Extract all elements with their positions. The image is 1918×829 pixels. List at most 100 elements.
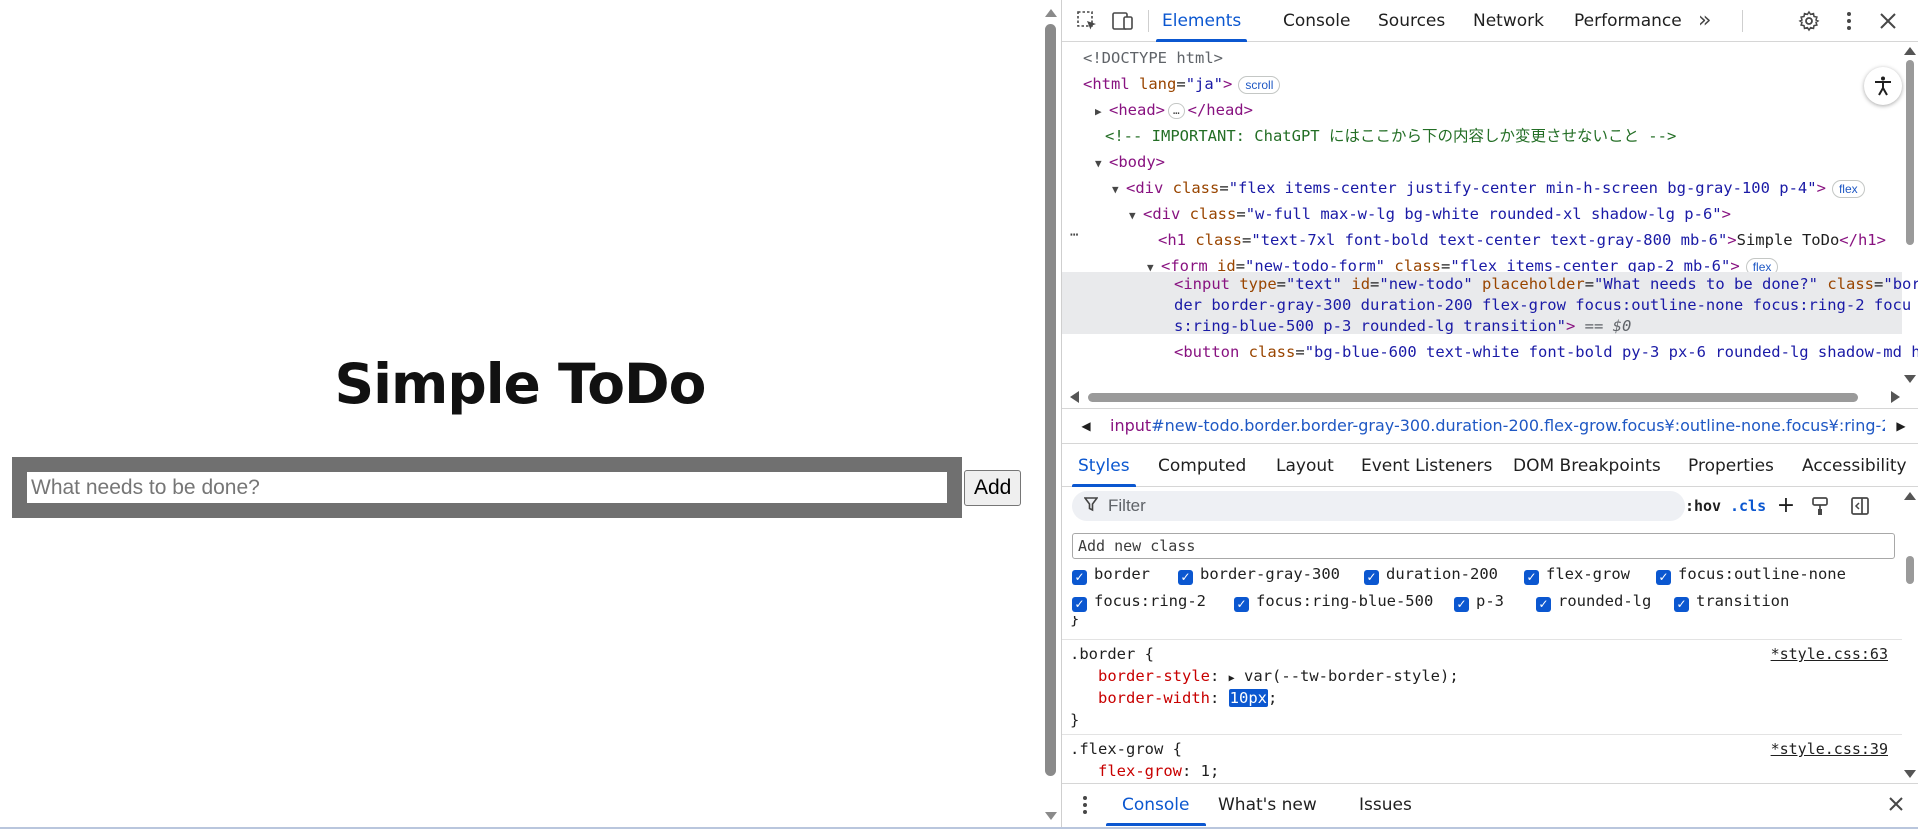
class-checkbox-transition[interactable]: ✓ transition bbox=[1674, 590, 1789, 612]
tab-dom-breakpoints[interactable]: DOM Breakpoints bbox=[1513, 445, 1661, 487]
breadcrumb-prev-icon[interactable]: ◀ bbox=[1070, 409, 1102, 443]
close-drawer-icon[interactable] bbox=[1886, 794, 1906, 818]
color-format-brush-icon[interactable] bbox=[1806, 492, 1834, 520]
class-checkbox-border[interactable]: ✓ border bbox=[1072, 563, 1150, 585]
class-checkbox-duration-200[interactable]: ✓ duration-200 bbox=[1364, 563, 1498, 585]
tab-event-listeners[interactable]: Event Listeners bbox=[1361, 445, 1492, 487]
expand-triangle-icon[interactable]: ▶ bbox=[1095, 99, 1109, 125]
dom-tree-hscroll-thumb[interactable] bbox=[1088, 393, 1858, 402]
add-class-input[interactable] bbox=[1072, 533, 1895, 559]
checkbox-checked-icon[interactable]: ✓ bbox=[1072, 570, 1087, 585]
dom-node-comment[interactable]: <!-- IMPORTANT: ChatGPT にはここから下の内容しか変更させ… bbox=[1105, 123, 1918, 149]
dom-node-h1[interactable]: <h1 class="text-7xl font-bold text-cente… bbox=[1158, 227, 1918, 253]
hover-state-toggle[interactable]: :hov bbox=[1684, 492, 1722, 520]
dom-node-doctype[interactable]: <!DOCTYPE html> bbox=[1083, 45, 1913, 71]
collapse-triangle-icon[interactable]: ▼ bbox=[1095, 151, 1109, 177]
rule-border-selector[interactable]: .border { bbox=[1070, 643, 1154, 665]
kebab-menu-icon[interactable] bbox=[1838, 10, 1860, 32]
checkbox-checked-icon[interactable]: ✓ bbox=[1178, 570, 1193, 585]
scroll-up-arrow-icon[interactable] bbox=[1045, 9, 1057, 17]
css-value-editing[interactable]: 10px bbox=[1228, 689, 1268, 707]
scroll-up-arrow-icon[interactable] bbox=[1904, 492, 1916, 500]
tab-performance[interactable]: Performance bbox=[1574, 0, 1682, 42]
scroll-down-arrow-icon[interactable] bbox=[1045, 812, 1057, 820]
class-checkbox-rounded-lg[interactable]: ✓ rounded-lg bbox=[1536, 590, 1651, 612]
tab-styles[interactable]: Styles bbox=[1072, 445, 1136, 487]
drawer-tab-whats-new[interactable]: What's new bbox=[1218, 784, 1317, 826]
scroll-badge[interactable]: scroll bbox=[1238, 75, 1281, 94]
page-scrollbar-thumb[interactable] bbox=[1045, 24, 1056, 776]
scroll-up-arrow-icon[interactable] bbox=[1904, 47, 1916, 55]
devtools-drawer: Console What's new Issues bbox=[1062, 783, 1918, 829]
toggle-sidebar-icon[interactable] bbox=[1846, 492, 1874, 520]
class-checkbox-focus-outline-none[interactable]: ✓ focus:outline-none bbox=[1656, 563, 1846, 585]
tab-computed[interactable]: Computed bbox=[1158, 445, 1246, 487]
new-style-rule-icon[interactable]: + bbox=[1772, 492, 1800, 520]
collapse-triangle-icon[interactable]: ▼ bbox=[1129, 203, 1143, 229]
tab-console[interactable]: Console bbox=[1283, 0, 1351, 42]
drawer-menu-kebab-icon[interactable] bbox=[1078, 794, 1092, 820]
checkbox-checked-icon[interactable]: ✓ bbox=[1072, 597, 1087, 612]
inspect-element-icon[interactable] bbox=[1076, 10, 1098, 32]
chevrons-more-icon[interactable]: » bbox=[1698, 0, 1711, 42]
class-checkbox-focus-ring-blue-500[interactable]: ✓ focus:ring-blue-500 bbox=[1234, 590, 1433, 612]
drawer-tab-issues[interactable]: Issues bbox=[1359, 784, 1412, 826]
close-devtools-icon[interactable] bbox=[1877, 10, 1899, 32]
styles-scrollbar[interactable] bbox=[1903, 490, 1916, 780]
checkbox-checked-icon[interactable]: ✓ bbox=[1536, 597, 1551, 612]
scroll-down-arrow-icon[interactable] bbox=[1904, 375, 1916, 383]
settings-gear-icon[interactable] bbox=[1798, 10, 1820, 32]
checkbox-checked-icon[interactable]: ✓ bbox=[1674, 597, 1689, 612]
styles-scrollbar-thumb[interactable] bbox=[1906, 556, 1914, 584]
class-checkbox-focus-ring-2[interactable]: ✓ focus:ring-2 bbox=[1072, 590, 1206, 612]
styles-filter-input[interactable] bbox=[1108, 491, 1668, 521]
accessibility-tree-icon[interactable] bbox=[1864, 67, 1902, 105]
drawer-tab-console[interactable]: Console bbox=[1106, 784, 1205, 826]
scroll-left-arrow-icon[interactable] bbox=[1070, 391, 1079, 403]
decl-border-style[interactable]: border-style: ▶ var(--tw-border-style); bbox=[1098, 665, 1459, 687]
row-more-icon[interactable]: ⋯ bbox=[1070, 227, 1078, 243]
toolbar-divider bbox=[1742, 10, 1743, 32]
class-checkbox-border-gray-300[interactable]: ✓ border-gray-300 bbox=[1178, 563, 1340, 585]
dom-node-html[interactable]: <html lang="ja"> scroll bbox=[1083, 71, 1913, 97]
dom-node-div-card[interactable]: ▼ <div class="w-full max-w-lg bg-white ro… bbox=[1129, 201, 1918, 227]
decl-border-width[interactable]: border-width: 10px; bbox=[1098, 687, 1277, 709]
add-button[interactable]: Add bbox=[964, 469, 1022, 506]
scroll-down-arrow-icon[interactable] bbox=[1904, 770, 1916, 778]
page-scrollbar[interactable] bbox=[1040, 0, 1061, 829]
tab-layout[interactable]: Layout bbox=[1276, 445, 1334, 487]
class-checkbox-flex-grow[interactable]: ✓ flex-grow bbox=[1524, 563, 1630, 585]
rule-flex-grow-selector[interactable]: .flex-grow { bbox=[1070, 738, 1182, 760]
flex-badge[interactable]: flex bbox=[1831, 179, 1865, 198]
tab-elements[interactable]: Elements bbox=[1155, 0, 1248, 42]
class-checkbox-p-3[interactable]: ✓ p-3 bbox=[1454, 590, 1504, 612]
expand-var-triangle-icon[interactable]: ▶ bbox=[1229, 673, 1235, 684]
dom-tree-scrollbar[interactable] bbox=[1903, 45, 1916, 385]
scroll-right-arrow-icon[interactable] bbox=[1891, 391, 1900, 403]
collapse-triangle-icon[interactable]: ▼ bbox=[1112, 177, 1126, 203]
checkbox-checked-icon[interactable]: ✓ bbox=[1454, 597, 1469, 612]
breadcrumb-next-icon[interactable]: ▶ bbox=[1885, 409, 1917, 443]
dom-tree-scrollbar-thumb[interactable] bbox=[1906, 60, 1914, 245]
rule-flex-grow-source-link[interactable]: *style.css:39 bbox=[1771, 740, 1888, 758]
checkbox-checked-icon[interactable]: ✓ bbox=[1364, 570, 1379, 585]
tab-properties[interactable]: Properties bbox=[1688, 445, 1774, 487]
decl-flex-grow[interactable]: flex-grow: 1; bbox=[1098, 760, 1219, 780]
checkbox-checked-icon[interactable]: ✓ bbox=[1524, 570, 1539, 585]
dom-node-body[interactable]: ▼ <body> bbox=[1095, 149, 1918, 175]
tab-accessibility[interactable]: Accessibility bbox=[1802, 445, 1907, 487]
tab-network[interactable]: Network bbox=[1473, 0, 1544, 42]
breadcrumb-current-node[interactable]: input#new-todo.border.border-gray-300.du… bbox=[1110, 409, 1885, 443]
class-toggle[interactable]: .cls bbox=[1730, 492, 1766, 520]
dom-node-head[interactable]: ▶ <head>… </head> bbox=[1095, 97, 1918, 123]
rule-border-source-link[interactable]: *style.css:63 bbox=[1771, 645, 1888, 663]
checkbox-checked-icon[interactable]: ✓ bbox=[1656, 570, 1671, 585]
collapsed-ellipsis-badge[interactable]: … bbox=[1168, 102, 1185, 119]
tab-sources[interactable]: Sources bbox=[1378, 0, 1445, 42]
dom-tree-horizontal-scrollbar[interactable] bbox=[1070, 390, 1900, 404]
new-todo-input[interactable] bbox=[12, 457, 962, 518]
device-toolbar-icon[interactable] bbox=[1112, 10, 1134, 32]
dom-node-div-outer[interactable]: ▼ <div class="flex items-center justify-c… bbox=[1112, 175, 1918, 201]
checkbox-checked-icon[interactable]: ✓ bbox=[1234, 597, 1249, 612]
dom-node-button[interactable]: <button class="bg-blue-600 text-white fo… bbox=[1174, 339, 1918, 365]
